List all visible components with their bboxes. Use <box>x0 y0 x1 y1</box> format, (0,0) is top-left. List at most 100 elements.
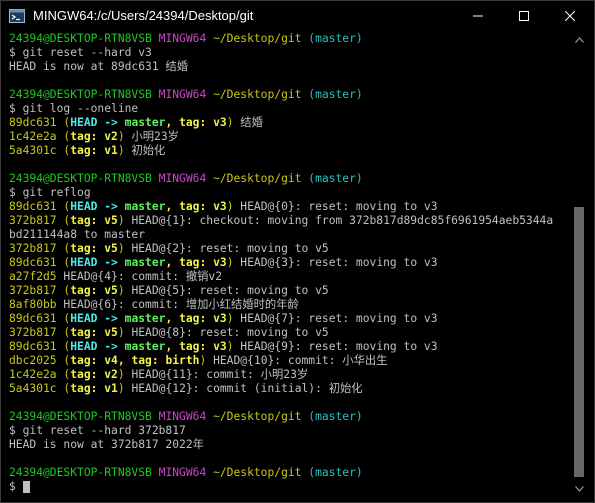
ref-decoration: tag: v5 <box>70 326 118 339</box>
commit-hash: 1c42e2a <box>9 130 57 143</box>
ref-paren-close: ) <box>226 312 234 325</box>
commit-hash: 89dc631 <box>9 200 57 213</box>
terminal-line-prompt: 24394@DESKTOP-RTN8VSB MINGW64 ~/Desktop/… <box>9 88 363 102</box>
scrollbar-thumb[interactable] <box>574 207 584 477</box>
command-text: $ <box>9 480 23 493</box>
terminal-output[interactable]: 24394@DESKTOP-RTN8VSB MINGW64 ~/Desktop/… <box>9 32 569 498</box>
terminal-line-log: 89dc631 (HEAD -> master, tag: v3) 结婚 <box>9 116 263 130</box>
ref-paren-close: ) <box>226 256 234 269</box>
ref-paren-close: ) <box>117 326 125 339</box>
chevron-down-icon <box>575 485 584 492</box>
commit-hash: 372b817 <box>9 214 57 227</box>
ref-decoration: HEAD -> <box>70 340 125 353</box>
terminal-line-log: 89dc631 (HEAD -> master, tag: v3) HEAD@{… <box>9 256 438 270</box>
terminal-line-command: $ git reflog <box>9 186 91 200</box>
log-message: 结婚 <box>233 116 263 129</box>
ref-paren-close: ) <box>117 284 125 297</box>
prompt-branch: (master) <box>308 32 363 45</box>
commit-hash: 5a4301c <box>9 144 57 157</box>
ref-decoration: HEAD -> <box>70 200 125 213</box>
scroll-up-button[interactable] <box>572 32 587 47</box>
log-message: HEAD@{6}: commit: 增加小红结婚时的年龄 <box>56 298 299 311</box>
ref-decoration: , <box>165 312 180 325</box>
terminal-line-log: 5a4301c (tag: v1) HEAD@{12}: commit (ini… <box>9 382 363 396</box>
prompt-shell-name: MINGW64 <box>158 88 207 101</box>
ref-decoration: , <box>165 256 180 269</box>
close-button[interactable] <box>547 1 593 31</box>
ref-decoration: tag: v3 <box>179 116 227 129</box>
ref-decoration: master <box>124 312 166 325</box>
ref-decoration: master <box>124 116 166 129</box>
commit-hash: 89dc631 <box>9 116 57 129</box>
terminal-line-log: 1c42e2a (tag: v2) HEAD@{11}: commit: 小明2… <box>9 368 308 382</box>
ref-decoration: tag: v5 <box>70 214 118 227</box>
commit-hash: 1c42e2a <box>9 368 57 381</box>
ref-decoration: master <box>124 340 166 353</box>
commit-hash: 372b817 <box>9 326 57 339</box>
text-cursor <box>22 481 30 493</box>
vertical-scrollbar[interactable] <box>572 32 587 496</box>
log-message: HEAD@{4}: commit: 撤销v2 <box>56 270 223 283</box>
output-text: HEAD is now at 372b817 2022年 <box>9 438 204 451</box>
ref-paren-close: ) <box>117 242 125 255</box>
maximize-icon <box>519 11 529 21</box>
ref-paren-close: ) <box>226 200 234 213</box>
terminal-line-log: 89dc631 (HEAD -> master, tag: v3) HEAD@{… <box>9 340 438 354</box>
prompt-branch: (master) <box>308 88 363 101</box>
terminal-line-prompt: 24394@DESKTOP-RTN8VSB MINGW64 ~/Desktop/… <box>9 466 363 480</box>
ref-decoration: , <box>165 200 180 213</box>
commit-hash: 89dc631 <box>9 256 57 269</box>
commit-hash: dbc2025 <box>9 354 57 367</box>
ref-decoration: tag: v3 <box>179 256 227 269</box>
log-message: HEAD@{2}: reset: moving to v5 <box>124 242 329 255</box>
command-text: $ git reset --hard 372b817 <box>9 424 186 437</box>
mingw-terminal-icon <box>9 9 25 23</box>
terminal-line-log: a27f2d5 HEAD@{4}: commit: 撤销v2 <box>9 270 222 284</box>
ref-decoration: tag: v1 <box>70 144 118 157</box>
prompt-user-host: 24394@DESKTOP-RTN8VSB <box>9 32 152 45</box>
chevron-up-icon <box>575 36 584 43</box>
ref-decoration: master <box>124 200 166 213</box>
scroll-down-button[interactable] <box>572 481 587 496</box>
ref-paren-close: ) <box>117 144 125 157</box>
log-message: 初始化 <box>124 144 166 157</box>
terminal-line-output: bd211144a8 to master <box>9 228 145 242</box>
minimize-button[interactable] <box>455 1 501 31</box>
log-message: HEAD@{7}: reset: moving to v3 <box>233 312 438 325</box>
ref-decoration: tag: v5 <box>70 284 118 297</box>
close-icon <box>565 11 575 21</box>
commit-hash: 89dc631 <box>9 340 57 353</box>
ref-paren-close: ) <box>117 382 125 395</box>
ref-decoration: tag: v1 <box>70 382 118 395</box>
terminal-line-prompt: 24394@DESKTOP-RTN8VSB MINGW64 ~/Desktop/… <box>9 410 363 424</box>
ref-paren-close: ) <box>117 368 125 381</box>
commit-hash: 5a4301c <box>9 382 57 395</box>
terminal-line-log: 1c42e2a (tag: v2) 小明23岁 <box>9 130 179 144</box>
minimize-icon <box>473 15 483 17</box>
ref-decoration: HEAD -> <box>70 312 125 325</box>
prompt-path: ~/Desktop/git <box>213 32 302 45</box>
log-message: HEAD@{12}: commit (initial): 初始化 <box>124 382 363 395</box>
ref-decoration: tag: v2 <box>70 130 118 143</box>
terminal-window: MINGW64:/c/Users/24394/Desktop/git 24394… <box>0 0 595 503</box>
terminal-line-prompt: 24394@DESKTOP-RTN8VSB MINGW64 ~/Desktop/… <box>9 32 363 46</box>
log-message: HEAD@{8}: reset: moving to v5 <box>124 326 329 339</box>
log-message: HEAD@{5}: reset: moving to v5 <box>124 284 329 297</box>
prompt-user-host: 24394@DESKTOP-RTN8VSB <box>9 466 152 479</box>
log-message: HEAD@{11}: commit: 小明23岁 <box>124 368 309 381</box>
output-text: HEAD is now at 89dc631 结婚 <box>9 60 189 73</box>
output-text: bd211144a8 to master <box>9 228 146 241</box>
commit-hash: a27f2d5 <box>9 270 57 283</box>
terminal-line-log: 5a4301c (tag: v1) 初始化 <box>9 144 165 158</box>
ref-decoration: master <box>124 256 166 269</box>
title-bar[interactable]: MINGW64:/c/Users/24394/Desktop/git <box>1 1 594 31</box>
prompt-user-host: 24394@DESKTOP-RTN8VSB <box>9 172 152 185</box>
prompt-path: ~/Desktop/git <box>213 410 302 423</box>
maximize-button[interactable] <box>501 1 547 31</box>
log-message: 小明23岁 <box>124 130 179 143</box>
commit-hash: 372b817 <box>9 242 57 255</box>
log-message: HEAD@{3}: reset: moving to v3 <box>233 256 438 269</box>
terminal-line-command: $ git reset --hard v3 <box>9 46 152 60</box>
terminal-line-log: 372b817 (tag: v5) HEAD@{1}: checkout: mo… <box>9 214 553 228</box>
terminal-line-log: 8af80bb HEAD@{6}: commit: 增加小红结婚时的年龄 <box>9 298 299 312</box>
